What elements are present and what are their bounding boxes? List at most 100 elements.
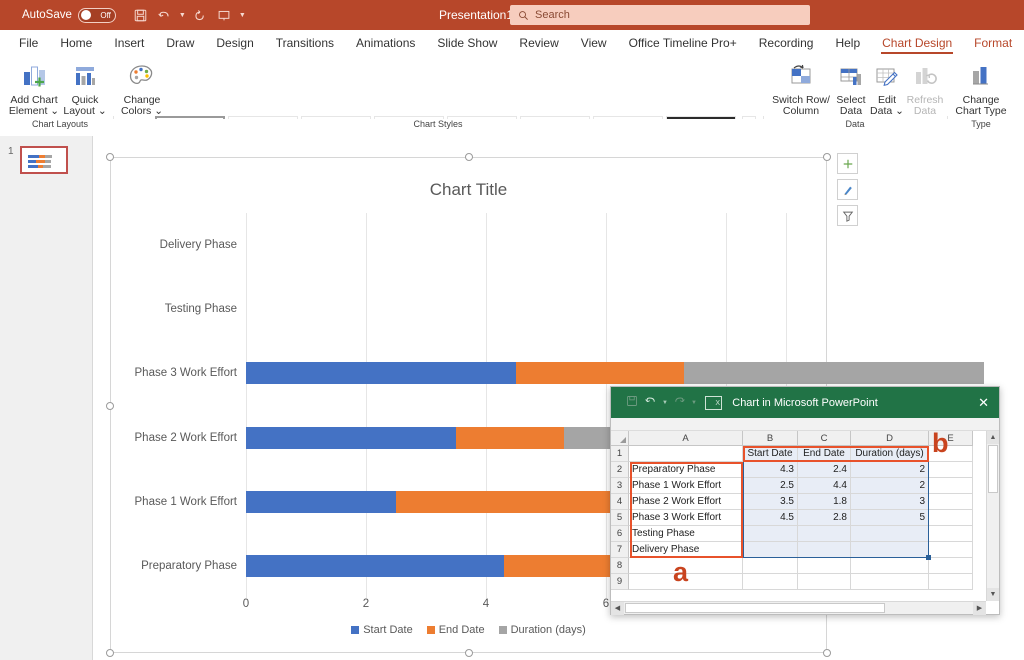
row-header-9[interactable]: 9 — [611, 574, 629, 590]
bar-segment-duration-days[interactable] — [684, 362, 984, 384]
bar-segment-start-date[interactable] — [246, 362, 516, 384]
excel-cell[interactable] — [851, 526, 929, 542]
excel-cell[interactable]: Phase 3 Work Effort — [629, 510, 743, 526]
excel-cell[interactable]: 3 — [851, 494, 929, 510]
row-header-3[interactable]: 3 — [611, 478, 629, 494]
bar-segment-start-date[interactable] — [246, 427, 456, 449]
excel-cell[interactable] — [743, 526, 798, 542]
excel-cell[interactable]: 5 — [851, 510, 929, 526]
select-data-button[interactable]: Select Data — [834, 62, 868, 117]
switch-row-column-button[interactable]: Switch Row/ Column — [770, 62, 832, 117]
excel-cell[interactable] — [629, 446, 743, 462]
undo-icon[interactable] — [154, 5, 175, 26]
tab-draw[interactable]: Draw — [155, 30, 205, 56]
column-header-B[interactable]: B — [743, 431, 798, 446]
excel-grid[interactable]: ▲ ▼ ◀ ▶ ABCDE123456789Start DateEnd Date… — [611, 431, 999, 614]
select-all-corner[interactable] — [611, 431, 629, 446]
tab-transitions[interactable]: Transitions — [265, 30, 345, 56]
customize-qat-icon[interactable]: ▼ — [238, 12, 247, 19]
slide-thumbnail-panel[interactable]: 1 — [0, 136, 93, 660]
autosave-toggle[interactable]: Off — [78, 8, 116, 23]
add-chart-element-button[interactable]: Add Chart Element ⌄ — [8, 62, 60, 117]
bar-segment-start-date[interactable] — [246, 555, 504, 577]
column-header-C[interactable]: C — [798, 431, 851, 446]
row-header-6[interactable]: 6 — [611, 526, 629, 542]
excel-cell[interactable]: Phase 2 Work Effort — [629, 494, 743, 510]
bar-segment-start-date[interactable] — [246, 491, 396, 513]
chart-legend[interactable]: Start DateEnd DateDuration (days) — [111, 624, 826, 636]
horizontal-scroll-thumb[interactable] — [625, 603, 885, 613]
resize-handle-nw[interactable] — [106, 153, 114, 161]
excel-cell[interactable]: Testing Phase — [629, 526, 743, 542]
excel-cell[interactable]: 2.5 — [743, 478, 798, 494]
undo-dropdown-icon[interactable]: ▼ — [178, 12, 187, 19]
scroll-left-icon[interactable]: ◀ — [611, 602, 624, 615]
excel-cell[interactable] — [929, 494, 973, 510]
excel-cell[interactable] — [851, 574, 929, 590]
excel-horizontal-scrollbar[interactable]: ◀ ▶ — [611, 601, 986, 614]
excel-cell[interactable] — [743, 542, 798, 558]
excel-cell[interactable] — [929, 542, 973, 558]
column-header-D[interactable]: D — [851, 431, 929, 446]
tab-file[interactable]: File — [8, 30, 49, 56]
row-header-7[interactable]: 7 — [611, 542, 629, 558]
bar-segment-end-date[interactable] — [456, 427, 564, 449]
row-header-1[interactable]: 1 — [611, 446, 629, 462]
excel-cell[interactable]: 4.4 — [798, 478, 851, 494]
quick-layout-button[interactable]: Quick Layout ⌄ — [62, 62, 108, 117]
excel-cell[interactable]: 2.4 — [798, 462, 851, 478]
edit-data-button[interactable]: Edit Data ⌄ — [868, 62, 906, 117]
scroll-up-icon[interactable]: ▲ — [987, 431, 999, 444]
slide-thumbnail[interactable] — [20, 146, 68, 174]
excel-cell[interactable]: Preparatory Phase — [629, 462, 743, 478]
chart-styles-button[interactable] — [837, 179, 858, 200]
row-header-5[interactable]: 5 — [611, 510, 629, 526]
scroll-down-icon[interactable]: ▼ — [987, 588, 999, 601]
excel-cell[interactable]: 4.3 — [743, 462, 798, 478]
excel-cell[interactable]: 1.8 — [798, 494, 851, 510]
excel-cell[interactable] — [798, 574, 851, 590]
excel-cell[interactable]: Delivery Phase — [629, 542, 743, 558]
scroll-right-icon[interactable]: ▶ — [973, 602, 986, 615]
excel-cell[interactable] — [798, 558, 851, 574]
column-header-A[interactable]: A — [629, 431, 743, 446]
close-icon[interactable]: ✕ — [978, 395, 989, 411]
resize-handle-n[interactable] — [465, 153, 473, 161]
excel-cell[interactable]: Phase 1 Work Effort — [629, 478, 743, 494]
legend-item[interactable]: End Date — [427, 624, 485, 636]
excel-cell[interactable] — [929, 574, 973, 590]
vertical-scroll-thumb[interactable] — [988, 445, 998, 493]
legend-item[interactable]: Duration (days) — [499, 624, 586, 636]
excel-cell[interactable] — [798, 542, 851, 558]
chart-title[interactable]: Chart Title — [111, 180, 826, 200]
tab-review[interactable]: Review — [508, 30, 569, 56]
excel-cell[interactable] — [743, 574, 798, 590]
resize-handle-ne[interactable] — [823, 153, 831, 161]
excel-cell[interactable] — [929, 510, 973, 526]
excel-cell[interactable]: Duration (days) — [851, 446, 929, 462]
resize-handle-s[interactable] — [465, 649, 473, 657]
bar-segment-end-date[interactable] — [516, 362, 684, 384]
tab-slide-show[interactable]: Slide Show — [426, 30, 508, 56]
resize-handle-w[interactable] — [106, 402, 114, 410]
tab-recording[interactable]: Recording — [748, 30, 825, 56]
tab-design[interactable]: Design — [205, 30, 264, 56]
excel-cell[interactable] — [798, 526, 851, 542]
start-presentation-icon[interactable] — [214, 5, 235, 26]
redo-icon[interactable] — [190, 5, 211, 26]
excel-cell[interactable]: Start Date — [743, 446, 798, 462]
excel-cell[interactable] — [929, 462, 973, 478]
chart-bar[interactable] — [246, 362, 984, 384]
excel-data-window[interactable]: ▼ ▼ X Chart in Microsoft PowerPoint ✕ ▲ … — [610, 386, 1000, 615]
tab-view[interactable]: View — [570, 30, 618, 56]
excel-cell[interactable] — [929, 526, 973, 542]
excel-cell[interactable] — [929, 478, 973, 494]
excel-cell[interactable]: 2 — [851, 478, 929, 494]
tab-chart-design[interactable]: Chart Design — [871, 30, 963, 56]
tab-help[interactable]: Help — [824, 30, 871, 56]
tab-animations[interactable]: Animations — [345, 30, 426, 56]
excel-cell[interactable] — [851, 542, 929, 558]
change-colors-button[interactable]: Change Colors ⌄ — [118, 62, 166, 117]
excel-cell[interactable]: 4.5 — [743, 510, 798, 526]
tab-format[interactable]: Format — [963, 30, 1023, 56]
